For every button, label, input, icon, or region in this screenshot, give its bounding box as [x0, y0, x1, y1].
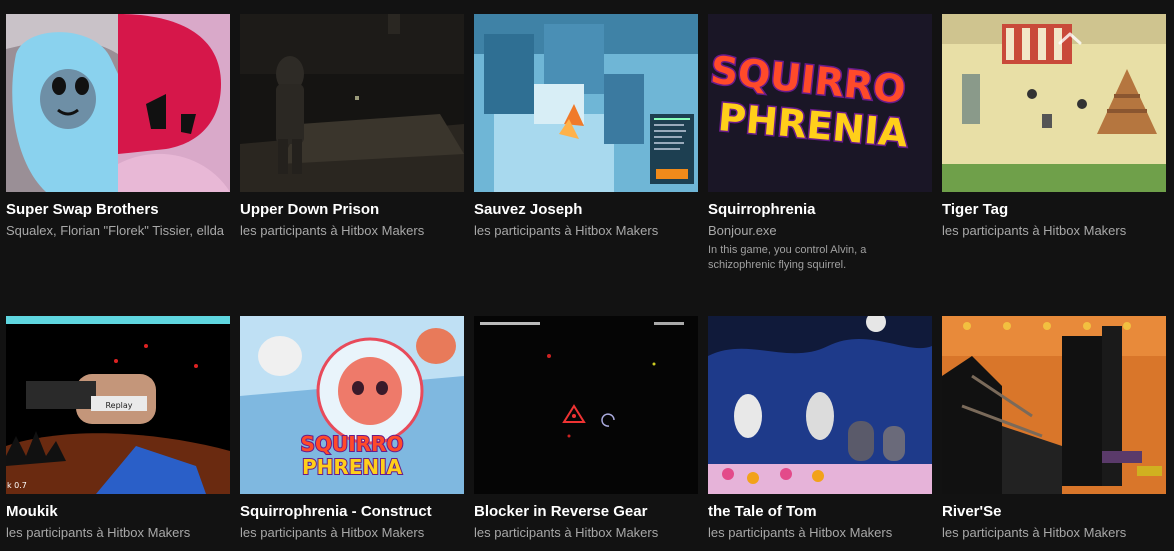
game-thumbnail[interactable]: Replay k 0.7 [6, 316, 230, 494]
game-thumbnail[interactable] [6, 14, 230, 192]
game-title[interactable]: Squirrophrenia [708, 201, 932, 219]
game-card[interactable]: Blocker in Reverse Gear les participants… [474, 316, 698, 541]
game-card[interactable]: Sauvez Joseph les participants à Hitbox … [474, 14, 698, 239]
game-title[interactable]: River'Se [942, 503, 1166, 521]
game-author[interactable]: Squalex, Florian "Florek" Tissier, ellda [6, 223, 230, 239]
game-author[interactable]: les participants à Hitbox Makers [708, 525, 932, 541]
game-author[interactable]: les participants à Hitbox Makers [474, 223, 698, 239]
game-thumbnail[interactable] [474, 14, 698, 192]
game-thumbnail[interactable] [240, 14, 464, 192]
game-title[interactable]: Blocker in Reverse Gear [474, 503, 698, 521]
game-thumbnail[interactable] [942, 316, 1166, 494]
game-card[interactable]: the Tale of Tom les participants à Hitbo… [708, 316, 932, 541]
game-title[interactable]: Super Swap Brothers [6, 201, 230, 219]
game-card[interactable]: River'Se les participants à Hitbox Maker… [942, 316, 1166, 541]
game-thumbnail[interactable] [474, 316, 698, 494]
game-title[interactable]: Tiger Tag [942, 201, 1166, 219]
game-title[interactable]: Sauvez Joseph [474, 201, 698, 219]
game-title[interactable]: Upper Down Prison [240, 201, 464, 219]
squirro-construct-logo-line2: PHRENIA [302, 455, 403, 479]
chevron-up-icon[interactable] [1057, 30, 1083, 46]
game-thumbnail[interactable]: SQUIRRO PHRENIA [240, 316, 464, 494]
squirro-construct-logo-line1: SQUIRRO [301, 432, 404, 456]
game-thumbnail[interactable] [708, 316, 932, 494]
game-author[interactable]: Bonjour.exe [708, 223, 932, 239]
game-card[interactable]: SQUIRRO PHRENIA Squirrophrenia - Constru… [240, 316, 464, 541]
game-author[interactable]: les participants à Hitbox Makers [942, 525, 1166, 541]
game-author[interactable]: les participants à Hitbox Makers [240, 525, 464, 541]
game-thumbnail[interactable] [942, 14, 1166, 192]
game-title[interactable]: Moukik [6, 503, 230, 521]
game-card[interactable]: Tiger Tag les participants à Hitbox Make… [942, 14, 1166, 239]
moukik-version-label: k 0.7 [7, 481, 27, 490]
game-author[interactable]: les participants à Hitbox Makers [474, 525, 698, 541]
game-title[interactable]: the Tale of Tom [708, 503, 932, 521]
game-card[interactable]: Upper Down Prison les participants à Hit… [240, 14, 464, 239]
game-author[interactable]: les participants à Hitbox Makers [942, 223, 1166, 239]
game-thumbnail[interactable]: SQUIRRO PHRENIA [708, 14, 932, 192]
game-card[interactable]: Super Swap Brothers Squalex, Florian "Fl… [6, 14, 230, 239]
game-author[interactable]: les participants à Hitbox Makers [240, 223, 464, 239]
game-card[interactable]: SQUIRRO PHRENIA Squirrophrenia Bonjour.e… [708, 14, 932, 273]
moukik-replay-label: Replay [105, 401, 132, 410]
game-card[interactable]: Replay k 0.7 Moukik les participants à H… [6, 316, 230, 541]
game-title[interactable]: Squirrophrenia - Construct [240, 503, 464, 521]
game-author[interactable]: les participants à Hitbox Makers [6, 525, 230, 541]
game-description: In this game, you control Alvin, a schiz… [708, 244, 867, 271]
